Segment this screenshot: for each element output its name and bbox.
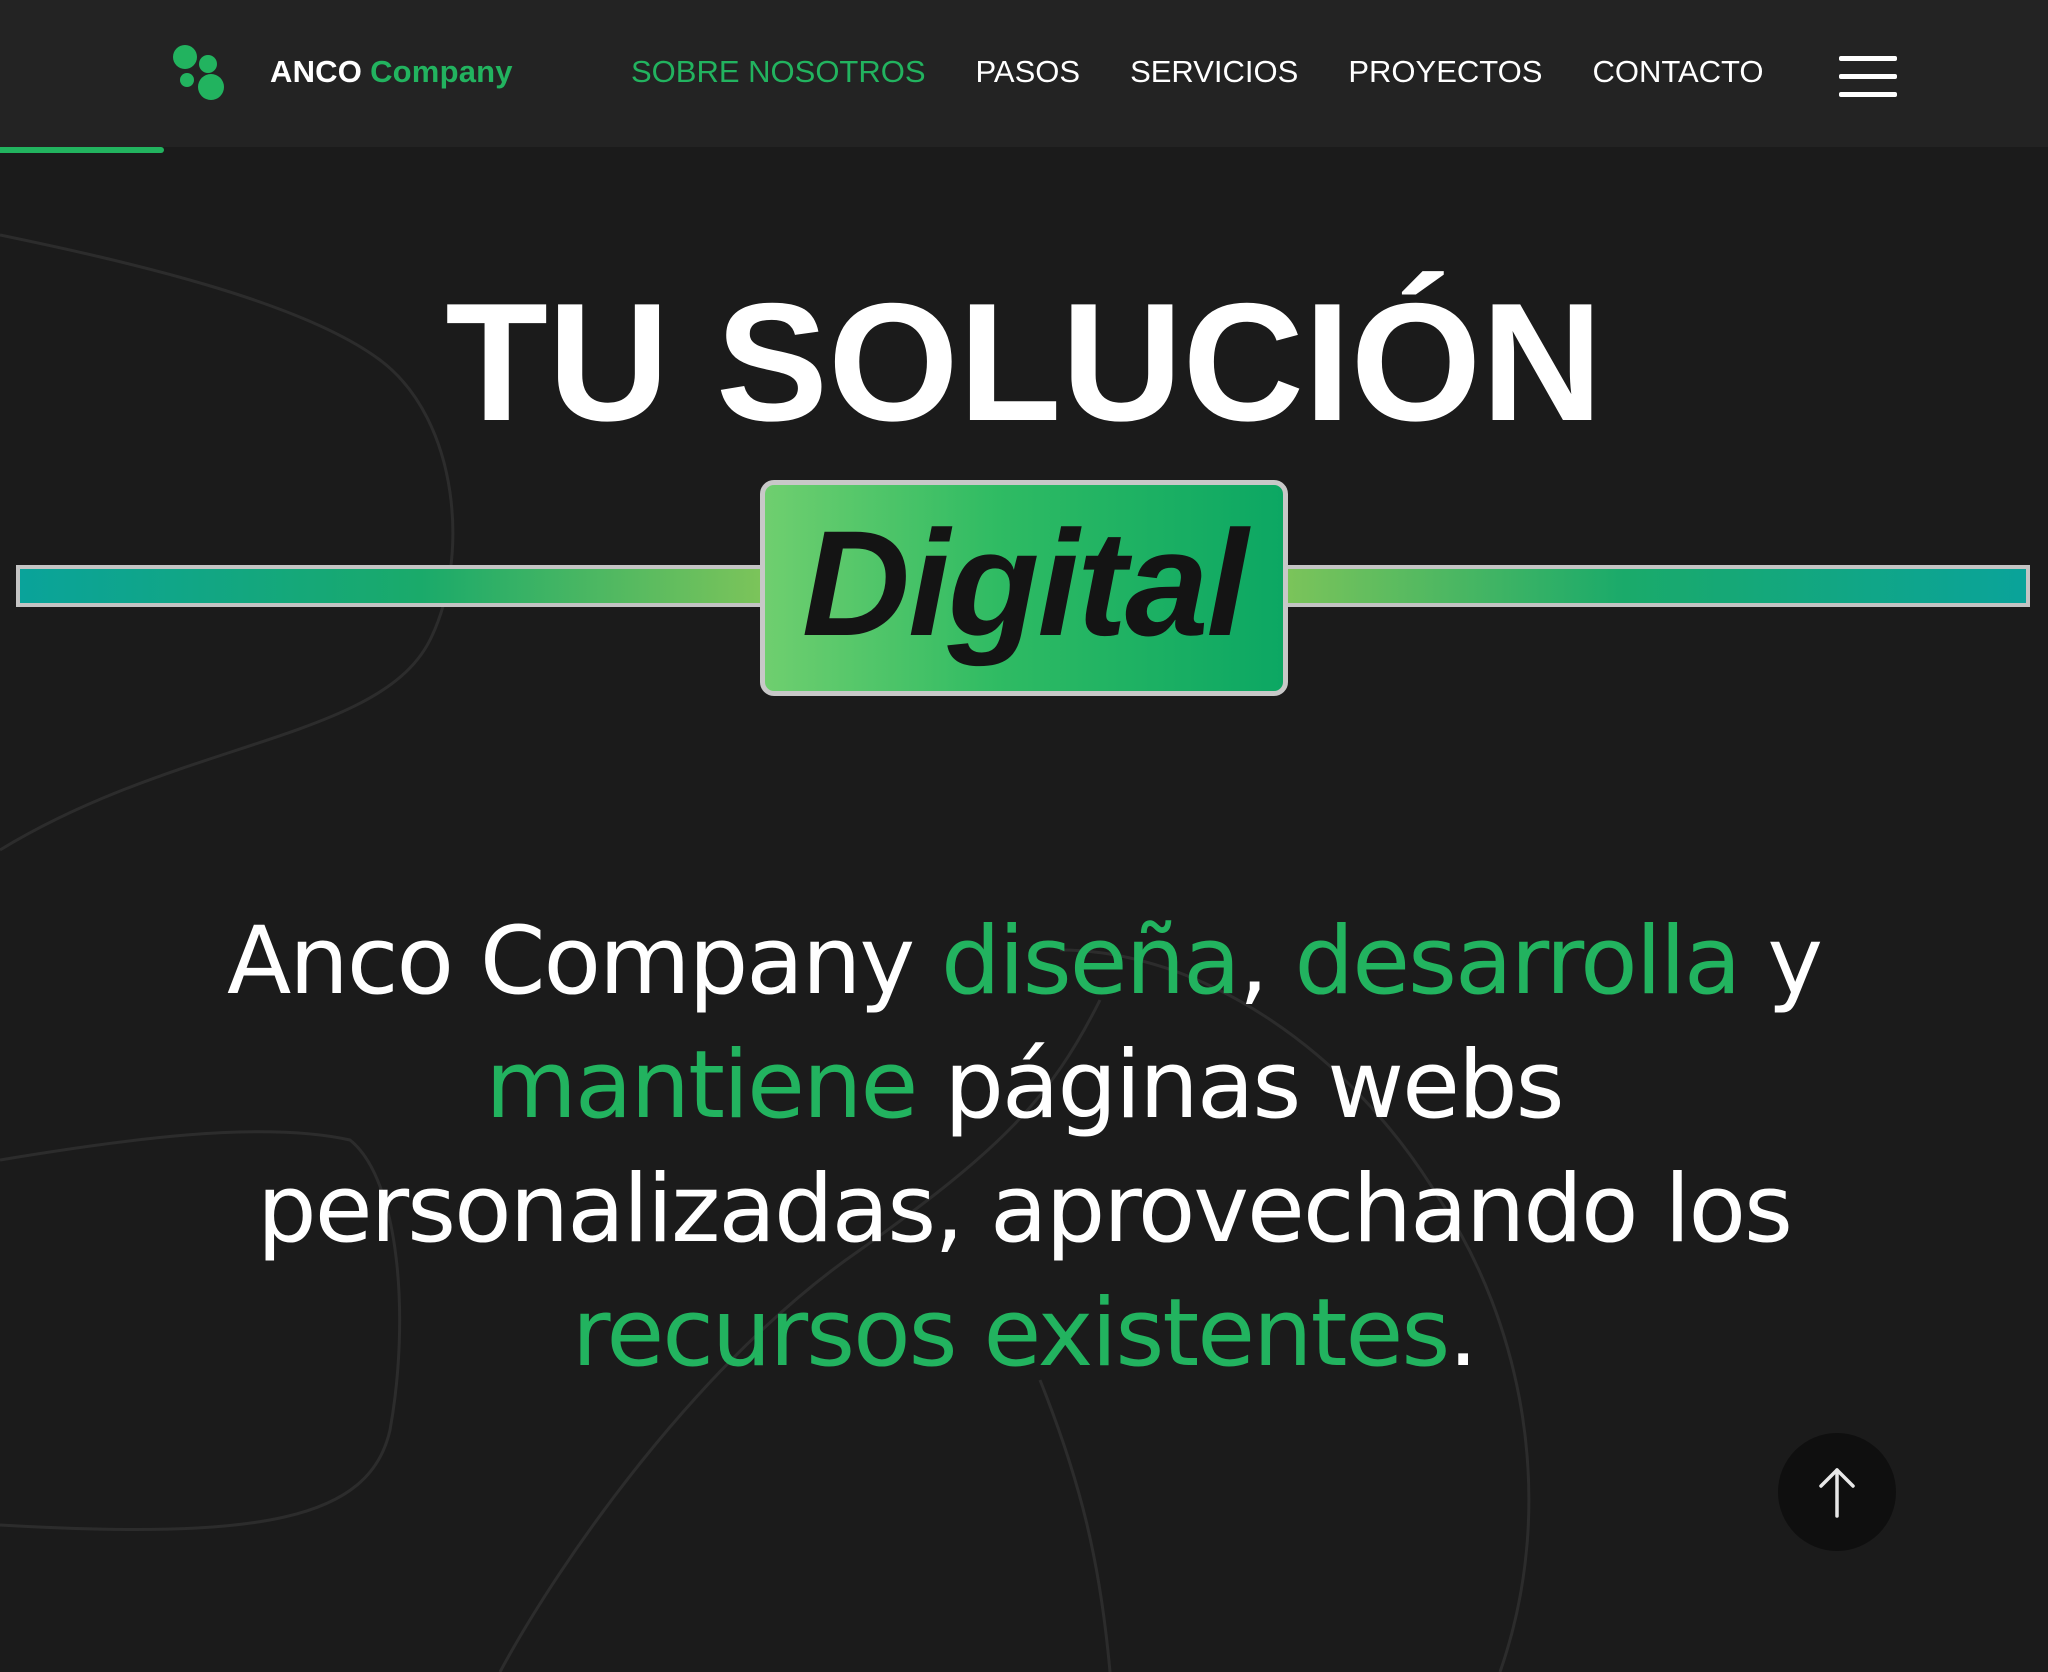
main-nav: SOBRE NOSOTROS PASOS SERVICIOS PROYECTOS… xyxy=(631,50,1814,94)
brand-name-part2: Company xyxy=(370,54,513,89)
logo-icon xyxy=(170,41,232,103)
hero-badge-text: Digital xyxy=(801,499,1248,667)
site-header: ANCO Company SOBRE NOSOTROS PASOS SERVICI… xyxy=(0,0,2048,147)
description-highlight: desarrolla xyxy=(1294,907,1742,1016)
scroll-progress-fill xyxy=(0,147,164,153)
hero-title: TU SOLUCIÓN xyxy=(445,268,1603,456)
description-text: . xyxy=(1448,1279,1478,1388)
description-text: y xyxy=(1739,907,1823,1016)
brand-name: ANCO Company xyxy=(270,54,513,90)
hero-description: Anco Company diseña, desarrolla y mantie… xyxy=(150,900,1898,1396)
arrow-up-icon xyxy=(1819,1468,1855,1518)
description-highlight: diseña xyxy=(940,907,1241,1016)
nav-item-proyectos[interactable]: PROYECTOS xyxy=(1348,50,1542,94)
nav-item-pasos[interactable]: PASOS xyxy=(976,50,1081,94)
brand-logo[interactable]: ANCO Company xyxy=(170,42,513,102)
description-highlight: mantiene xyxy=(485,1031,918,1140)
brand-name-part1: ANCO xyxy=(270,54,363,89)
hero-badge: Digital xyxy=(760,480,1288,696)
nav-item-servicios[interactable]: SERVICIOS xyxy=(1130,50,1298,94)
description-text: Anco Company xyxy=(226,907,941,1016)
nav-item-sobre-nosotros[interactable]: SOBRE NOSOTROS xyxy=(631,50,926,94)
nav-item-contacto[interactable]: CONTACTO xyxy=(1592,50,1763,94)
scroll-progress-bar xyxy=(0,147,2048,153)
description-highlight: recursos existentes xyxy=(571,1279,1450,1388)
scroll-top-button[interactable] xyxy=(1778,1433,1896,1551)
hamburger-icon[interactable] xyxy=(1839,56,1897,98)
description-text: , xyxy=(1238,907,1295,1016)
background-decoration xyxy=(0,233,1531,1672)
